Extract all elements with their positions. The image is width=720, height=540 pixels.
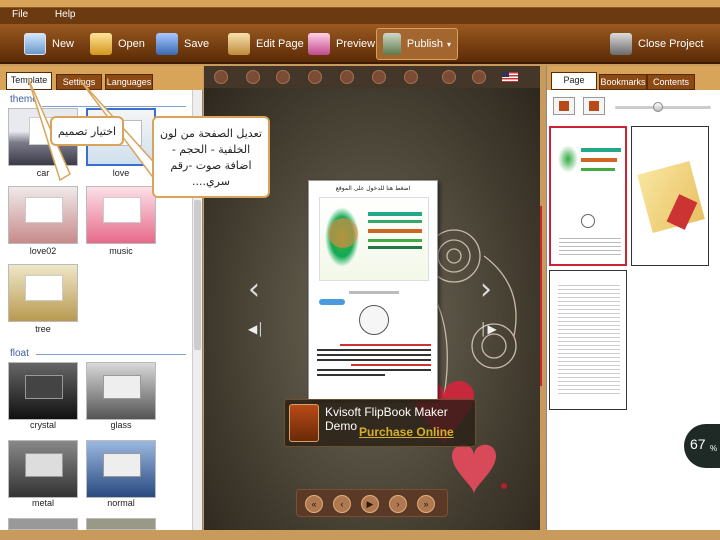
template-thumb-partial[interactable]	[8, 518, 78, 530]
template-label: crystal	[29, 420, 56, 430]
section-divider	[36, 354, 186, 355]
purchase-online-link[interactable]: Purchase Online	[359, 425, 454, 439]
save-disk-icon	[156, 33, 178, 55]
first-page-icon[interactable]: ◀│	[248, 322, 265, 336]
callout-edit-page: تعديل الصفحة من لون الخلفية - الحجم - اض…	[152, 116, 270, 198]
new-label: New	[52, 38, 75, 50]
template-label: love02	[29, 246, 57, 256]
zoom-unit: %	[710, 444, 718, 453]
open-folder-icon	[90, 33, 112, 55]
template-label: tree	[35, 324, 51, 334]
first-page-button[interactable]: «	[305, 495, 323, 513]
template-thumb-normal[interactable]	[86, 440, 156, 498]
menu-help[interactable]: Help	[43, 8, 88, 20]
menu-file[interactable]: File	[0, 8, 40, 20]
chevron-down-icon[interactable]: ▾	[447, 40, 451, 49]
scrollbar-thumb[interactable]	[194, 200, 201, 350]
template-thumb-metal[interactable]	[8, 440, 78, 498]
zoom-value: 67	[690, 436, 706, 452]
page-illustration	[319, 197, 429, 281]
calligraphy-seal-icon	[359, 305, 389, 335]
new-document-icon	[24, 33, 46, 55]
open-button[interactable]: Open	[84, 28, 151, 60]
save-button[interactable]: Save	[150, 28, 215, 60]
template-thumb-partial[interactable]	[86, 518, 156, 530]
section-float: float	[10, 348, 29, 359]
template-label: normal	[107, 498, 135, 508]
title-bar	[0, 0, 720, 8]
next-page-icon[interactable]: ›	[480, 272, 492, 307]
demo-banner[interactable]: Kvisoft FlipBook Maker Demo Purchase Onl…	[284, 399, 476, 447]
edit-page-label: Edit Page	[256, 38, 304, 50]
menu-bar: File Help	[0, 8, 720, 24]
template-thumb-glass[interactable]	[86, 362, 156, 420]
play-button[interactable]: ▶	[361, 495, 379, 513]
new-button[interactable]: New	[18, 28, 80, 60]
prev-page-button[interactable]: ‹	[333, 495, 351, 513]
close-project-button[interactable]: Close Project	[604, 28, 709, 60]
close-project-label: Close Project	[638, 38, 704, 50]
last-page-button[interactable]: »	[417, 495, 435, 513]
main-toolbar: New Open Save Edit Page Preview Publish …	[0, 24, 720, 64]
close-project-icon	[610, 33, 632, 55]
save-label: Save	[184, 38, 210, 50]
template-thumb-crystal[interactable]	[8, 362, 78, 420]
zoom-indicator: 67 %	[684, 424, 720, 468]
last-page-icon[interactable]: │▶	[480, 322, 497, 336]
page-thumbnail[interactable]	[549, 270, 627, 410]
open-label: Open	[118, 38, 145, 50]
edit-page-icon	[228, 33, 250, 55]
edit-page-button[interactable]: Edit Page	[222, 28, 310, 60]
template-label: metal	[31, 498, 54, 508]
callout-choose-design: اختيار تصميم	[50, 116, 124, 146]
prev-page-icon[interactable]: ‹	[248, 272, 260, 307]
template-label: glass	[110, 420, 132, 430]
flipbook-logo-icon	[289, 404, 319, 442]
template-label: music	[109, 246, 133, 256]
publish-icon	[383, 33, 401, 55]
book-page[interactable]: اضغط هنا للدخول على الموقع	[308, 180, 438, 400]
publish-button[interactable]: Publish ▾	[376, 28, 458, 60]
page-navigator: « ‹ ▶ › »	[296, 489, 448, 517]
app-window: File Help New Open Save Edit Page Previe…	[0, 0, 720, 540]
template-thumb-tree[interactable]	[8, 264, 78, 322]
preview-icon	[308, 33, 330, 55]
preview-label: Preview	[336, 38, 376, 50]
status-strip	[0, 530, 720, 540]
next-page-button[interactable]: ›	[389, 495, 407, 513]
publish-label: Publish	[406, 38, 443, 50]
preview-button[interactable]: Preview	[302, 28, 381, 60]
